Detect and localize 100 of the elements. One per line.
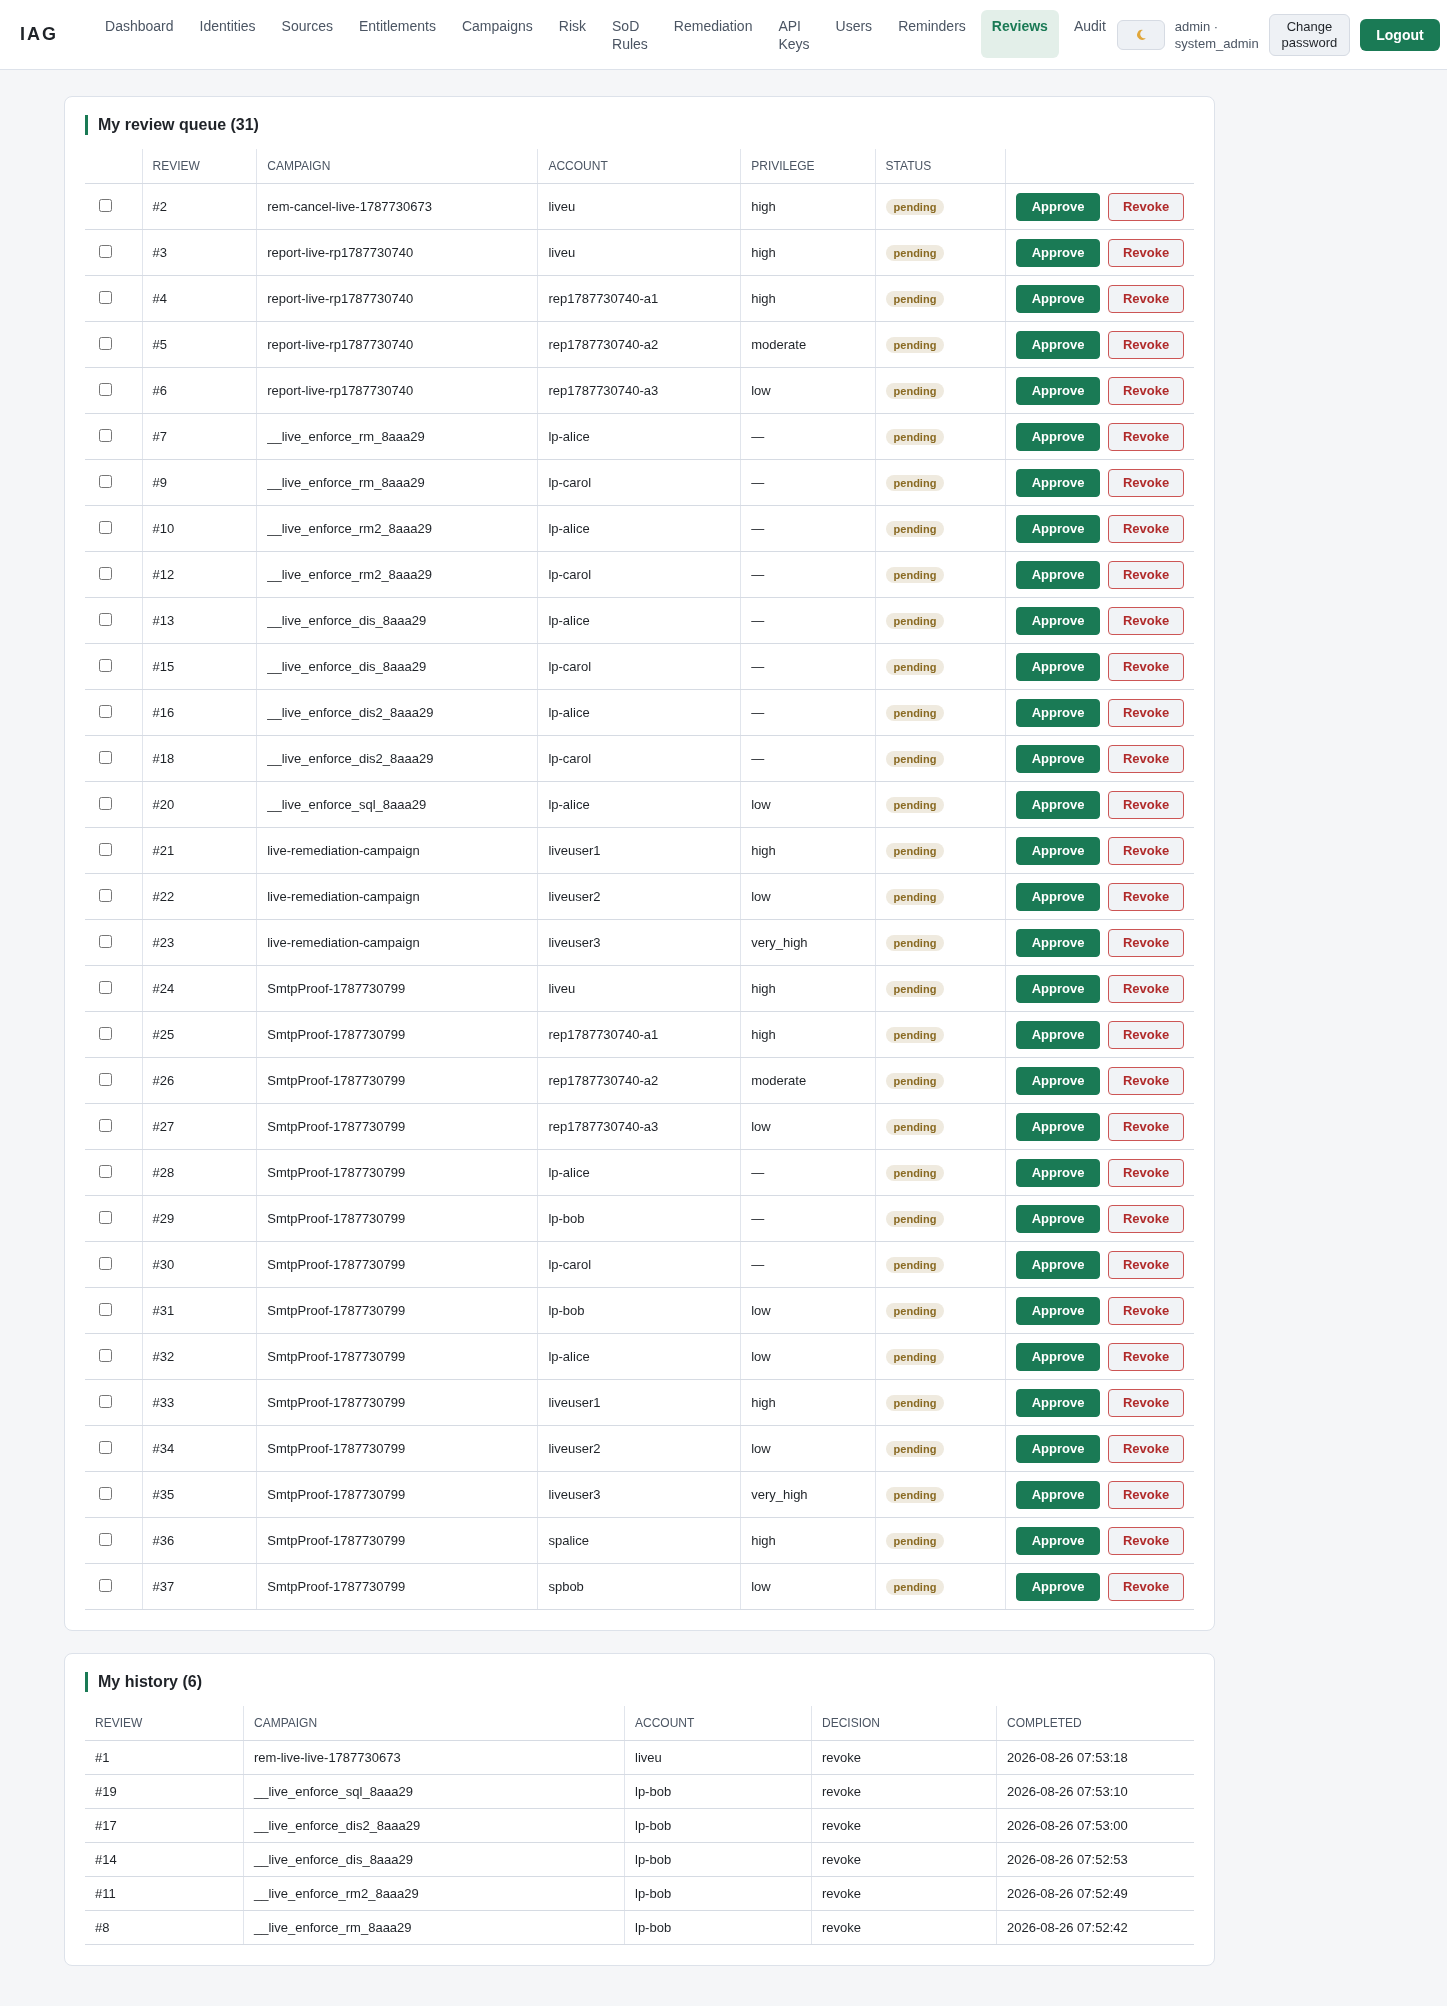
revoke-button[interactable]: Revoke xyxy=(1108,882,1184,911)
row-checkbox[interactable] xyxy=(99,1302,112,1316)
approve-button[interactable]: Approve xyxy=(1016,882,1100,911)
approve-button[interactable]: Approve xyxy=(1016,606,1100,635)
nav-link[interactable]: Entitlements xyxy=(347,10,447,58)
revoke-button[interactable]: Revoke xyxy=(1108,928,1184,957)
approve-button[interactable]: Approve xyxy=(1016,1388,1100,1417)
revoke-button[interactable]: Revoke xyxy=(1108,330,1184,359)
row-checkbox[interactable] xyxy=(99,934,112,948)
nav-link[interactable]: Users xyxy=(824,10,884,58)
approve-button[interactable]: Approve xyxy=(1016,468,1100,497)
revoke-button[interactable]: Revoke xyxy=(1108,422,1184,451)
revoke-button[interactable]: Revoke xyxy=(1108,284,1184,313)
nav-link[interactable]: Identities xyxy=(188,10,267,58)
theme-toggle-button[interactable] xyxy=(1116,19,1165,50)
approve-button[interactable]: Approve xyxy=(1016,1434,1100,1463)
row-checkbox[interactable] xyxy=(99,428,112,442)
revoke-button[interactable]: Revoke xyxy=(1108,1112,1184,1141)
revoke-button[interactable]: Revoke xyxy=(1108,1480,1184,1509)
row-checkbox[interactable] xyxy=(99,1486,112,1500)
revoke-button[interactable]: Revoke xyxy=(1108,974,1184,1003)
revoke-button[interactable]: Revoke xyxy=(1108,1526,1184,1555)
nav-link[interactable]: Audit xyxy=(1062,10,1117,58)
approve-button[interactable]: Approve xyxy=(1016,376,1100,405)
approve-button[interactable]: Approve xyxy=(1016,192,1100,221)
revoke-button[interactable]: Revoke xyxy=(1108,1158,1184,1187)
approve-button[interactable]: Approve xyxy=(1016,422,1100,451)
revoke-button[interactable]: Revoke xyxy=(1108,560,1184,589)
approve-button[interactable]: Approve xyxy=(1016,514,1100,543)
row-checkbox[interactable] xyxy=(99,1532,112,1546)
nav-link[interactable]: Sources xyxy=(270,10,344,58)
row-checkbox[interactable] xyxy=(99,1394,112,1408)
revoke-button[interactable]: Revoke xyxy=(1108,514,1184,543)
row-checkbox[interactable] xyxy=(99,980,112,994)
revoke-button[interactable]: Revoke xyxy=(1108,698,1184,727)
row-checkbox[interactable] xyxy=(99,1072,112,1086)
revoke-button[interactable]: Revoke xyxy=(1108,192,1184,221)
revoke-button[interactable]: Revoke xyxy=(1108,1066,1184,1095)
revoke-button[interactable]: Revoke xyxy=(1108,1250,1184,1279)
approve-button[interactable]: Approve xyxy=(1016,698,1100,727)
nav-link[interactable]: Campaigns xyxy=(450,10,544,58)
approve-button[interactable]: Approve xyxy=(1016,928,1100,957)
row-checkbox[interactable] xyxy=(99,336,112,350)
row-checkbox[interactable] xyxy=(99,1578,112,1592)
revoke-button[interactable]: Revoke xyxy=(1108,652,1184,681)
row-checkbox[interactable] xyxy=(99,750,112,764)
approve-button[interactable]: Approve xyxy=(1016,1572,1100,1601)
row-checkbox[interactable] xyxy=(99,1256,112,1270)
row-checkbox[interactable] xyxy=(99,1348,112,1362)
nav-link[interactable]: Risk xyxy=(547,10,598,58)
approve-button[interactable]: Approve xyxy=(1016,790,1100,819)
change-password-button[interactable]: Change password xyxy=(1268,13,1351,56)
row-checkbox[interactable] xyxy=(99,888,112,902)
row-checkbox[interactable] xyxy=(99,1026,112,1040)
nav-link[interactable]: API Keys xyxy=(767,10,821,60)
revoke-button[interactable]: Revoke xyxy=(1108,1204,1184,1233)
row-checkbox[interactable] xyxy=(99,474,112,488)
approve-button[interactable]: Approve xyxy=(1016,1250,1100,1279)
revoke-button[interactable]: Revoke xyxy=(1108,1388,1184,1417)
approve-button[interactable]: Approve xyxy=(1016,1204,1100,1233)
revoke-button[interactable]: Revoke xyxy=(1108,376,1184,405)
row-checkbox[interactable] xyxy=(99,1118,112,1132)
row-checkbox[interactable] xyxy=(99,520,112,534)
row-checkbox[interactable] xyxy=(99,244,112,258)
row-checkbox[interactable] xyxy=(99,658,112,672)
row-checkbox[interactable] xyxy=(99,290,112,304)
logout-button[interactable]: Logout xyxy=(1360,18,1440,51)
approve-button[interactable]: Approve xyxy=(1016,974,1100,1003)
approve-button[interactable]: Approve xyxy=(1016,238,1100,267)
approve-button[interactable]: Approve xyxy=(1016,1112,1100,1141)
approve-button[interactable]: Approve xyxy=(1016,1480,1100,1509)
revoke-button[interactable]: Revoke xyxy=(1108,238,1184,267)
nav-link[interactable]: Reminders xyxy=(887,10,977,58)
approve-button[interactable]: Approve xyxy=(1016,1066,1100,1095)
revoke-button[interactable]: Revoke xyxy=(1108,836,1184,865)
revoke-button[interactable]: Revoke xyxy=(1108,1342,1184,1371)
revoke-button[interactable]: Revoke xyxy=(1108,1572,1184,1601)
row-checkbox[interactable] xyxy=(99,1210,112,1224)
approve-button[interactable]: Approve xyxy=(1016,1526,1100,1555)
row-checkbox[interactable] xyxy=(99,1164,112,1178)
revoke-button[interactable]: Revoke xyxy=(1108,790,1184,819)
revoke-button[interactable]: Revoke xyxy=(1108,1296,1184,1325)
revoke-button[interactable]: Revoke xyxy=(1108,468,1184,497)
approve-button[interactable]: Approve xyxy=(1016,1158,1100,1187)
row-checkbox[interactable] xyxy=(99,612,112,626)
approve-button[interactable]: Approve xyxy=(1016,1342,1100,1371)
approve-button[interactable]: Approve xyxy=(1016,1296,1100,1325)
nav-link[interactable]: Remediation xyxy=(662,10,764,58)
approve-button[interactable]: Approve xyxy=(1016,744,1100,773)
approve-button[interactable]: Approve xyxy=(1016,1020,1100,1049)
revoke-button[interactable]: Revoke xyxy=(1108,1434,1184,1463)
row-checkbox[interactable] xyxy=(99,796,112,810)
approve-button[interactable]: Approve xyxy=(1016,652,1100,681)
approve-button[interactable]: Approve xyxy=(1016,836,1100,865)
revoke-button[interactable]: Revoke xyxy=(1108,606,1184,635)
row-checkbox[interactable] xyxy=(99,842,112,856)
approve-button[interactable]: Approve xyxy=(1016,284,1100,313)
approve-button[interactable]: Approve xyxy=(1016,560,1100,589)
row-checkbox[interactable] xyxy=(99,566,112,580)
nav-link[interactable]: Reviews xyxy=(980,10,1059,58)
